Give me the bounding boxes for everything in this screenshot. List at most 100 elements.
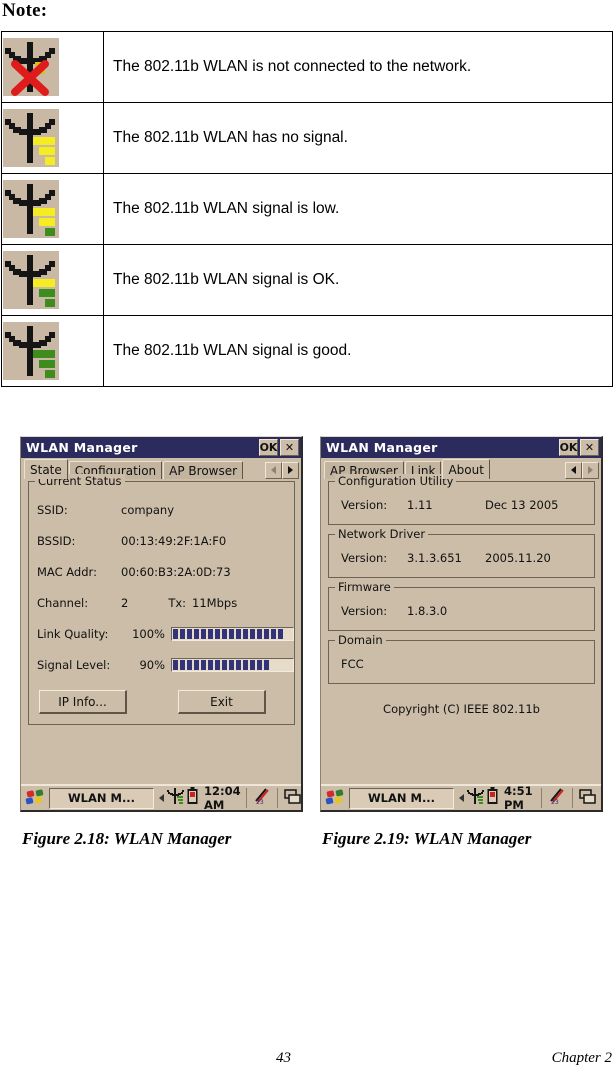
table-cell-icon <box>1 244 104 316</box>
tray-expand-icon[interactable] <box>159 794 164 802</box>
field-tx-value: 11Mbps <box>192 595 238 610</box>
meter-segment <box>201 659 206 670</box>
meter-segment <box>236 659 241 670</box>
table-cell-icon <box>1 315 104 387</box>
link-quality-meter <box>171 626 294 641</box>
taskbar-task-button[interactable]: WLAN M... <box>49 787 154 809</box>
close-icon[interactable]: ✕ <box>580 439 599 456</box>
window-title: WLAN Manager <box>326 440 438 455</box>
ok-button[interactable]: OK <box>259 439 278 456</box>
table-row: The 802.11b WLAN signal is OK. <box>1 244 613 316</box>
version-label: Version: <box>341 551 388 565</box>
tab-scroll-left-button[interactable] <box>265 461 282 479</box>
tab-scroll-right-button[interactable] <box>282 461 299 479</box>
version-date: Dec 13 2005 <box>485 498 559 512</box>
table-cell-text: The 802.11b WLAN signal is good. <box>103 315 613 387</box>
titlebar: WLAN Manager OK ✕ <box>321 437 601 458</box>
taskbar: WLAN M... <box>321 784 601 812</box>
table-row: The 802.11b WLAN has no signal. <box>1 102 613 174</box>
meter-segment <box>250 628 255 639</box>
tab-ap-browser[interactable]: AP Browser <box>163 461 244 479</box>
taskbar-right-icons: 23 <box>539 787 599 809</box>
wlan-antenna-tray-icon[interactable] <box>167 787 184 809</box>
firmware-version-row: Version: 1.8.3.0 <box>329 601 594 621</box>
signal-level-meter <box>171 657 294 672</box>
meter-segment <box>222 628 227 639</box>
windows-start-icon[interactable] <box>23 787 47 809</box>
domain-groupbox: Domain FCC <box>328 633 595 684</box>
domain-value: FCC <box>341 657 364 671</box>
figure-caption-left: Figure 2.18: WLAN Manager <box>22 829 232 848</box>
configuration-utility-groupbox: Configuration Utility Version: 1.11 Dec … <box>328 474 595 525</box>
meter-segment <box>278 628 283 639</box>
battery-icon[interactable] <box>187 787 198 809</box>
svg-text:23: 23 <box>551 799 559 805</box>
tray-expand-icon[interactable] <box>459 794 464 802</box>
desktop-switcher-icon[interactable] <box>579 788 597 809</box>
network-driver-groupbox: Network Driver Version: 3.1.3.651 2005.1… <box>328 527 595 578</box>
chapter-label: Chapter 2 <box>551 1050 612 1066</box>
table-cell-text: The 802.11b WLAN has no signal. <box>103 102 613 174</box>
figure-caption-right: Figure 2.19: WLAN Manager <box>322 829 532 848</box>
tabstrip: State Configuration AP Browser <box>21 458 301 479</box>
meter-segment <box>180 659 185 670</box>
field-ssid: SSID: company <box>29 494 294 525</box>
meter-segment <box>194 659 199 670</box>
wlan-antenna-good-signal-icon <box>3 322 59 380</box>
ok-button[interactable]: OK <box>559 439 578 456</box>
tab-scroll-right-button[interactable] <box>582 461 599 479</box>
field-mac-addr: MAC Addr: 00:60:B3:2A:0D:73 <box>29 556 294 587</box>
table-cell-icon <box>1 102 104 174</box>
divider <box>276 788 278 808</box>
windows-start-icon[interactable] <box>323 787 347 809</box>
version-value: 3.1.3.651 <box>407 551 462 565</box>
wlan-manager-state-window[interactable]: WLAN Manager OK ✕ State Configuration AP… <box>20 436 303 812</box>
divider <box>245 788 247 808</box>
input-panel-icon[interactable]: 23 <box>548 787 566 809</box>
groupbox-title: Domain <box>335 633 386 647</box>
wlan-antenna-ok-signal-icon <box>3 251 59 309</box>
wlan-antenna-low-signal-icon <box>3 180 59 238</box>
input-panel-icon[interactable]: 23 <box>253 787 271 809</box>
meter-segment <box>271 628 276 639</box>
system-tray: 12:04 AM <box>156 784 244 812</box>
chevron-left-icon <box>271 466 276 474</box>
meter-segment <box>229 659 234 670</box>
meter-segment <box>180 628 185 639</box>
close-icon[interactable]: ✕ <box>280 439 299 456</box>
meter-segment <box>187 628 192 639</box>
taskbar: WLAN M... <box>21 784 304 812</box>
desktop-switcher-icon[interactable] <box>283 788 302 809</box>
svg-text:23: 23 <box>256 799 264 805</box>
tab-scroll-left-button[interactable] <box>565 461 582 479</box>
groupbox-title: Firmware <box>335 580 394 594</box>
meter-segment <box>243 628 248 639</box>
domain-value-row: FCC <box>329 654 594 674</box>
meter-segment <box>236 628 241 639</box>
wlan-manager-about-window[interactable]: WLAN Manager OK ✕ AP Browser Link About … <box>320 436 603 812</box>
state-panel: Current Status SSID: company BSSID: 00:1… <box>21 474 301 788</box>
version-label: Version: <box>341 604 388 618</box>
tab-state[interactable]: State <box>24 459 68 479</box>
taskbar-clock: 12:04 AM <box>204 784 241 812</box>
tab-about[interactable]: About <box>442 459 490 479</box>
field-mac-addr-value: 00:60:B3:2A:0D:73 <box>121 564 231 579</box>
ip-info-button[interactable]: IP Info... <box>39 690 127 714</box>
wlan-antenna-tray-icon[interactable] <box>467 787 484 809</box>
wlan-antenna-no-signal-icon <box>3 109 59 167</box>
table-cell-text: The 802.11b WLAN signal is low. <box>103 173 613 245</box>
groupbox-title: Network Driver <box>335 527 429 541</box>
field-mac-addr-label: MAC Addr: <box>37 564 97 579</box>
divider <box>541 788 542 808</box>
taskbar-right-icons: 23 <box>244 787 304 809</box>
field-tx-label: Tx: <box>168 595 187 610</box>
field-ssid-label: SSID: <box>37 502 68 517</box>
taskbar-task-button[interactable]: WLAN M... <box>349 787 454 809</box>
meter-segment <box>208 659 213 670</box>
table-cell-text: The 802.11b WLAN is not connected to the… <box>103 31 613 103</box>
exit-button[interactable]: Exit <box>178 690 266 714</box>
battery-icon[interactable] <box>487 787 498 809</box>
meter-segment <box>229 628 234 639</box>
meter-segment <box>222 659 227 670</box>
meter-segment <box>173 659 178 670</box>
